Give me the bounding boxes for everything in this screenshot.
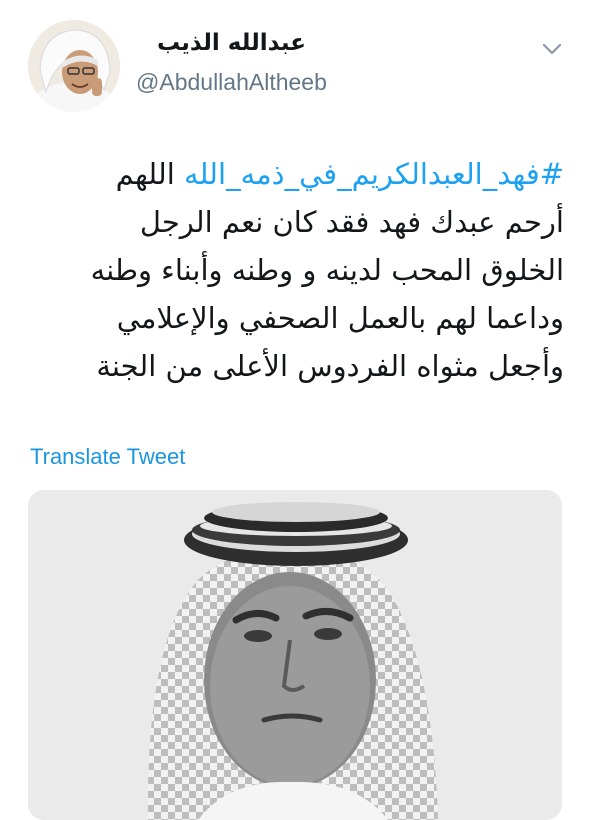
tweet-line-4: وداعما لهم بالعمل الصحفي والإعلامي bbox=[116, 301, 564, 335]
tweet-line-1-text: اللهم bbox=[115, 157, 185, 191]
chevron-down-icon[interactable] bbox=[540, 40, 564, 58]
tweet-line-1: #فهد_العبدالكريم_في_ذمه_الله اللهم bbox=[26, 150, 564, 198]
avatar-image bbox=[28, 20, 120, 112]
hashtag-link[interactable]: #فهد_العبدالكريم_في_ذمه_الله bbox=[184, 157, 564, 191]
translate-tweet-link[interactable]: Translate Tweet bbox=[30, 444, 185, 470]
tweet-line-3: الخلوق المحب لدينه و وطنه وأبناء وطنه bbox=[90, 253, 564, 287]
tweet-line-2: أرحم عبدك فهد فقد كان نعم الرجل bbox=[139, 205, 564, 239]
user-handle[interactable]: @AbdullahAltheeb bbox=[136, 68, 327, 96]
tweet-line-5: وأجعل مثواه الفردوس الأعلى من الجنة bbox=[96, 349, 564, 383]
tweet-text: #فهد_العبدالكريم_في_ذمه_الله اللهم أرحم … bbox=[26, 150, 564, 390]
tweet-photo[interactable] bbox=[28, 490, 562, 820]
portrait-image bbox=[28, 490, 562, 820]
display-name[interactable]: عبدالله الذيب bbox=[136, 28, 306, 58]
tweet-card: عبدالله الذيب @AbdullahAltheeb #فهد_العب… bbox=[0, 0, 590, 820]
avatar[interactable] bbox=[28, 20, 120, 112]
